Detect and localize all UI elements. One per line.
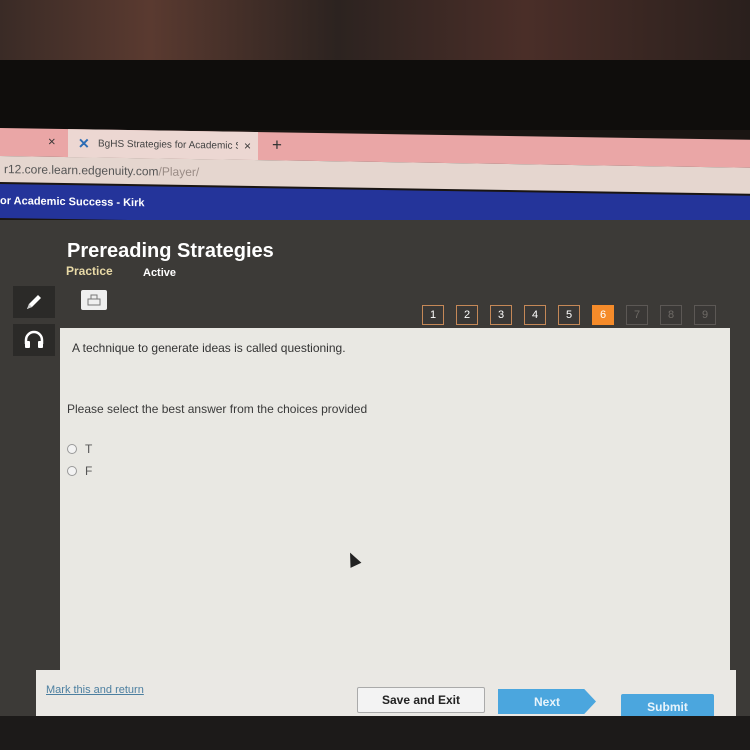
- lesson-title: Prereading Strategies: [67, 240, 274, 262]
- question-nav-button[interactable]: 3: [490, 305, 512, 325]
- browser-tab-active[interactable]: ✕ BgHS Strategies for Academic S ×: [68, 129, 258, 161]
- tab-title: BgHS Strategies for Academic S: [98, 138, 238, 152]
- monitor-bezel: [0, 60, 750, 130]
- course-title: or Academic Success - Kirk: [0, 195, 145, 210]
- question-nav-button-current[interactable]: 6: [592, 305, 614, 325]
- new-tab-button[interactable]: +: [272, 135, 282, 155]
- choice-label: F: [85, 464, 93, 478]
- url-host: r12.core.learn.edgenuity.com: [4, 162, 159, 179]
- background-photo: [0, 0, 750, 60]
- lesson-status: Active: [143, 267, 177, 279]
- question-nav-button-locked: 7: [626, 305, 648, 325]
- action-footer: Mark this and return Save and Exit Next …: [36, 670, 736, 719]
- radio-button[interactable]: [67, 444, 77, 454]
- printer-icon: [87, 294, 101, 306]
- choice-true[interactable]: T: [67, 442, 92, 456]
- print-button[interactable]: [81, 290, 107, 310]
- pencil-tool-button[interactable]: [13, 286, 55, 318]
- next-button[interactable]: Next: [498, 689, 596, 714]
- tab-close-button[interactable]: ×: [48, 134, 56, 149]
- question-text: A technique to generate ideas is called …: [72, 341, 346, 355]
- question-navigator: 1 2 3 4 5 6 7 8 9: [422, 305, 716, 325]
- url-path: /Player/: [158, 164, 200, 180]
- choice-false[interactable]: F: [67, 464, 92, 478]
- mark-and-return-link[interactable]: Mark this and return: [46, 684, 144, 696]
- lesson-type: Practice: [66, 264, 113, 278]
- tab-close-button[interactable]: ×: [244, 139, 251, 153]
- mouse-cursor-icon: [344, 550, 362, 568]
- edgenuity-x-icon: ✕: [78, 135, 90, 152]
- audio-tool-button[interactable]: [13, 324, 55, 356]
- question-nav-button[interactable]: 2: [456, 305, 478, 325]
- question-nav-button[interactable]: 4: [524, 305, 546, 325]
- question-nav-button-locked: 8: [660, 305, 682, 325]
- choice-label: T: [85, 442, 93, 456]
- headphones-icon: [24, 330, 44, 348]
- save-and-exit-button[interactable]: Save and Exit: [357, 687, 485, 713]
- question-panel: A technique to generate ideas is called …: [60, 328, 730, 718]
- question-nav-button[interactable]: 1: [422, 305, 444, 325]
- question-nav-button[interactable]: 5: [558, 305, 580, 325]
- monitor-bezel-bottom: [0, 716, 750, 750]
- radio-button[interactable]: [67, 466, 77, 476]
- player: Prereading Strategies Practice Active 1 …: [0, 220, 750, 720]
- question-nav-button-locked: 9: [694, 305, 716, 325]
- instructions-text: Please select the best answer from the c…: [67, 402, 368, 416]
- pencil-icon: [27, 295, 41, 309]
